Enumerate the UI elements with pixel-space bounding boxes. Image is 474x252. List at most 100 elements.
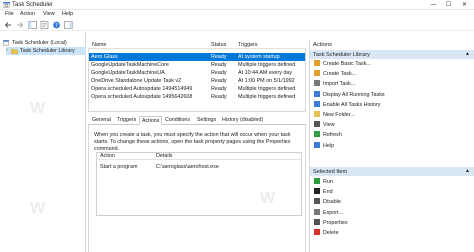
column-header-name[interactable]: Name (92, 42, 106, 48)
action-item-export[interactable]: Export... (314, 208, 344, 217)
table-row[interactable]: Aero Glass Ready At system startup (89, 53, 305, 61)
column-header-triggers[interactable]: Triggers (238, 42, 258, 48)
action-details-cell: C:\aeroglass\aerohost.exe (156, 164, 219, 170)
close-button[interactable]: ✕ (457, 0, 472, 10)
action-item-label: End (323, 189, 333, 196)
title-bar (0, 0, 474, 10)
create-task-icon (314, 70, 320, 77)
action-item-label: Create Basic Task... (323, 61, 371, 67)
tree-item-task-scheduler-library[interactable]: › Task Scheduler Library (6, 47, 86, 55)
action-item-label: Refresh (323, 132, 342, 139)
menu-action[interactable]: Action (20, 11, 35, 17)
window-title: Task Scheduler (12, 1, 54, 8)
action-item-label: Import Task... (323, 81, 356, 88)
console-tree-icon[interactable] (28, 21, 37, 29)
action-item-view[interactable]: View (314, 121, 335, 129)
menu-file[interactable]: File (5, 11, 14, 17)
action-item-label: Display All Running Tasks (323, 91, 385, 98)
action-item-new-folder[interactable]: New Folder... (314, 111, 355, 119)
tree-item-label: Task Scheduler Library (20, 48, 75, 54)
tree-item-task-scheduler-local[interactable]: Task Scheduler (Local) (2, 39, 86, 47)
import-icon (314, 80, 320, 87)
table-row[interactable]: OneDrive Standalone Update Task v2 Ready… (89, 77, 305, 85)
export-icon (314, 208, 320, 215)
action-item-label: Enable All Tasks History (323, 101, 381, 108)
view-icon (314, 121, 320, 128)
back-arrow-icon[interactable] (4, 21, 13, 29)
delete-icon (314, 229, 320, 235)
actions-description: When you create a task, you must specify… (94, 132, 291, 152)
action-item-delete[interactable]: Delete (314, 229, 339, 237)
running-tasks-icon (314, 90, 320, 97)
forward-arrow-icon[interactable] (15, 21, 24, 29)
action-item-create-basic-task[interactable]: Create Basic Task... (314, 60, 371, 68)
disable-icon (314, 198, 320, 205)
column-header-status[interactable]: Status (211, 42, 226, 48)
action-item-disable[interactable]: Disable (314, 198, 341, 206)
watermark-glyph: W (260, 190, 276, 207)
collapse-arrow-icon[interactable]: ▲ (465, 51, 470, 57)
table-row[interactable]: GoogleUpdateTaskMachineUA Ready At 10:44… (89, 69, 305, 77)
console-tree (0, 32, 86, 252)
tab-settings[interactable]: Settings (195, 116, 218, 125)
watermark-glyph: W (30, 100, 46, 117)
section-header-selected-item[interactable]: Selected Item ▲ (310, 167, 474, 176)
refresh-icon (314, 131, 320, 138)
action-item-run[interactable]: Run (314, 178, 333, 186)
end-icon (314, 188, 320, 195)
action-item-enable-all-tasks-history[interactable]: Enable All Tasks History (314, 100, 381, 109)
action-item-label: Properties (323, 219, 348, 226)
action-item-label: Disable (323, 199, 341, 206)
action-item-refresh[interactable]: Refresh (314, 131, 342, 139)
collapse-arrow-icon[interactable]: ▲ (465, 168, 470, 174)
folder-icon (314, 111, 320, 117)
minimize-button[interactable]: — (426, 0, 441, 10)
tab-general[interactable]: General (90, 116, 113, 125)
tab-history[interactable]: History (disabled) (220, 116, 265, 125)
table-row[interactable]: Opera scheduled Autoupdate 1494514949 Re… (89, 85, 305, 93)
tab-conditions[interactable]: Conditions (163, 116, 192, 125)
task-scheduler-app-icon (3, 2, 10, 8)
tab-triggers[interactable]: Triggers (115, 116, 138, 125)
run-icon (314, 178, 320, 184)
action-item-end[interactable]: End (314, 188, 333, 196)
task-scheduler-node-icon (3, 40, 9, 46)
action-item-label: New Folder... (323, 112, 355, 118)
properties-toolbar-icon[interactable] (40, 21, 49, 29)
maximize-button[interactable]: ☐ (441, 0, 456, 10)
watermark-glyph: W (30, 200, 46, 217)
action-item-create-task[interactable]: Create Task... (314, 70, 356, 78)
create-basic-task-icon (314, 60, 320, 66)
table-row[interactable]: Opera scheduled Autoupdate 1495642608 Re… (89, 93, 305, 101)
action-item-label: Create Task... (323, 71, 357, 78)
action-item-help[interactable]: Help (314, 141, 335, 150)
action-item-properties[interactable]: Properties (314, 218, 348, 227)
action-type-cell: Start a program (100, 164, 138, 170)
action-table-header (96, 152, 302, 160)
tab-actions[interactable]: Actions (139, 116, 163, 125)
help-toolbar-icon[interactable]: ? (52, 21, 61, 29)
help-icon (314, 141, 320, 148)
expand-arrow-icon[interactable]: › (6, 47, 8, 53)
action-item-label: Delete (323, 230, 339, 236)
action-item-label: Run (323, 179, 333, 185)
history-icon (314, 100, 320, 107)
column-header-action: Action (100, 153, 115, 159)
menu-help[interactable]: Help (62, 11, 73, 17)
task-list-header (88, 40, 306, 49)
show-hide-action-pane-icon[interactable] (64, 21, 73, 29)
action-item-label: Export... (323, 209, 344, 216)
menu-view[interactable]: View (43, 11, 55, 17)
action-item-label: Help (323, 142, 335, 149)
tree-item-label: Task Scheduler (Local) (12, 40, 67, 46)
action-item-display-all-running-tasks[interactable]: Display All Running Tasks (314, 90, 385, 99)
folder-icon (11, 48, 18, 54)
table-row[interactable]: GoogleUpdateTaskMachineCore Ready Multip… (89, 61, 305, 69)
section-header-task-scheduler-library[interactable]: Task Scheduler Library ▲ (310, 50, 474, 59)
actions-panel-title: Actions (313, 42, 333, 48)
properties-icon (314, 218, 320, 225)
action-item-label: View (323, 122, 335, 129)
action-item-import-task[interactable]: Import Task... (314, 80, 355, 88)
svg-text:?: ? (55, 23, 58, 29)
column-header-details: Details (156, 153, 173, 159)
